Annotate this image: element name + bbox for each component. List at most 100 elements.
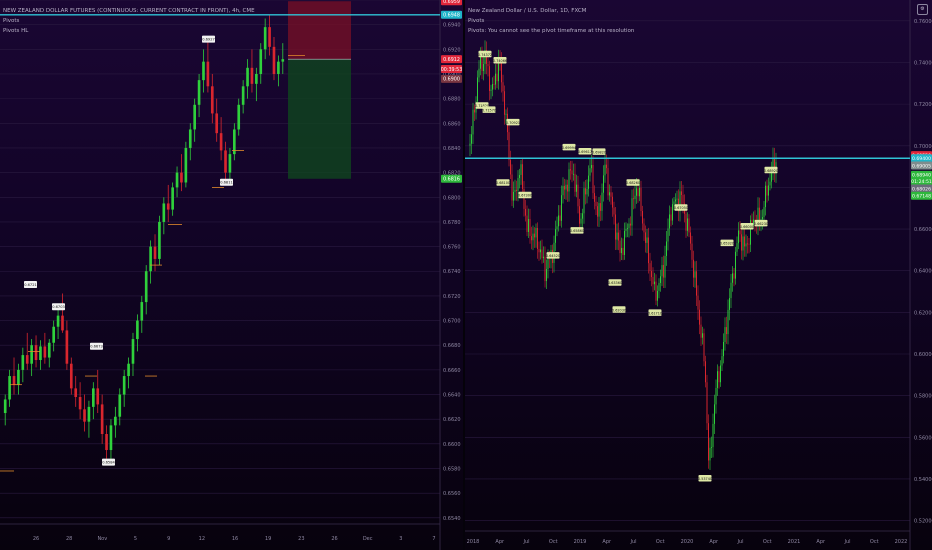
candle-body [480, 56, 481, 69]
right-chart-panel[interactable]: 0.760000.740000.720000.700000.680000.660… [465, 0, 932, 550]
pivot-label-text: 0.61710 [648, 311, 662, 315]
candle-body [663, 265, 664, 278]
candle-body [654, 281, 655, 285]
y-tick-label: 0.66000 [914, 227, 932, 233]
candle-body [224, 150, 227, 173]
candle-body [655, 281, 657, 301]
pivot-label-text: 0.68260 [626, 181, 640, 185]
candle-body [3, 399, 7, 414]
candle-body [109, 425, 113, 451]
candle-body [567, 184, 568, 192]
pivot-label-text: 0.70921 [506, 121, 520, 125]
candle-body [690, 232, 691, 244]
candle-body [732, 273, 733, 283]
y-tick-label: 0.6780 [443, 220, 461, 226]
candle-body [166, 203, 170, 210]
candle-body [664, 255, 666, 278]
candle-body [748, 243, 750, 245]
price-label-text: 0.6900 [443, 77, 460, 83]
candle-body [700, 324, 702, 338]
settings-icon[interactable]: ⚙ [917, 4, 928, 15]
candle-body [709, 447, 711, 461]
right-symbol-title[interactable]: New Zealand Dollar / U.S. Dollar, 1D, FX… [468, 6, 634, 16]
candle-body [47, 342, 51, 358]
y-tick-label: 0.54000 [914, 477, 932, 483]
x-tick-label: 7 [432, 536, 435, 542]
candle-body [281, 59, 285, 62]
candle-body [149, 246, 152, 272]
candle-body [691, 243, 693, 260]
candle-body [627, 228, 628, 229]
candle-body [514, 189, 516, 192]
right-indicator-pivots[interactable]: Pivots [468, 16, 634, 26]
pivot-label-text: 0.69820 [592, 150, 606, 154]
candle-body [474, 109, 475, 113]
candle-body [633, 198, 634, 200]
candle-body [492, 84, 493, 90]
y-tick-label: 0.72000 [914, 102, 932, 108]
left-chart-panel[interactable]: 0.69600.69400.69200.69000.68800.68600.68… [0, 0, 463, 550]
x-tick-label: Apr [602, 539, 612, 545]
candle-body [742, 236, 744, 251]
x-tick-label: 12 [199, 536, 205, 542]
y-tick-label: 0.62000 [914, 310, 932, 316]
candle-body [724, 327, 726, 342]
y-tick-label: 0.6840 [443, 146, 461, 152]
left-indicator-pivots-hl[interactable]: Pivots HL [3, 26, 255, 36]
x-tick-label: Apr [709, 539, 719, 545]
candle-body [215, 113, 219, 134]
candle-body [574, 173, 576, 192]
candle-body [559, 215, 561, 221]
x-tick-label: Jul [843, 539, 850, 545]
candle-body [769, 181, 771, 186]
candle-body [745, 243, 747, 247]
candle-body [255, 73, 258, 84]
pivot-label-text: 0.68100 [496, 181, 510, 185]
candle-body [564, 185, 565, 190]
pivot-label-text: 0.65860 [570, 229, 584, 233]
y-tick-label: 0.6660 [443, 368, 461, 374]
candle-body [52, 326, 55, 343]
x-tick-label: Oct [656, 539, 665, 545]
pivot-label-text: 0.68920 [764, 169, 778, 173]
candle-body [228, 154, 232, 173]
x-tick-label: 28 [66, 536, 72, 542]
candle-body [546, 269, 547, 282]
y-tick-label: 0.6640 [443, 393, 461, 399]
left-symbol-title[interactable]: NEW ZEALAND DOLLAR FUTURES (CONTINUOUS: … [3, 6, 255, 16]
candle-body [184, 147, 188, 183]
left-chart-svg[interactable]: 0.69600.69400.69200.69000.68800.68600.68… [0, 0, 463, 550]
candle-body [114, 416, 117, 426]
candle-body [765, 185, 766, 208]
candle-body [43, 346, 47, 358]
candle-body [661, 265, 663, 277]
candle-body [250, 67, 254, 84]
candle-body [21, 355, 25, 370]
candle-body [153, 246, 157, 259]
candle-body [648, 237, 649, 264]
candle-body [685, 213, 687, 231]
candle-body [747, 243, 748, 245]
x-tick-label: 16 [232, 536, 238, 542]
candle-body [570, 169, 571, 171]
x-tick-label: Oct [763, 539, 772, 545]
pivot-label-text: 0.74372 [478, 53, 492, 57]
candle-body [699, 309, 700, 325]
price-label-text: 0.69400 [912, 156, 931, 162]
right-chart-svg[interactable]: 0.760000.740000.720000.700000.680000.660… [465, 0, 932, 550]
price-label-text: 0.6912 [443, 57, 460, 63]
right-indicator-pivots-message[interactable]: Pivots: You cannot see the pivot timefra… [468, 26, 634, 36]
candle-body [591, 165, 592, 169]
x-tick-label: 2022 [895, 539, 908, 545]
left-indicator-pivots[interactable]: Pivots [3, 16, 255, 26]
candle-body [715, 387, 717, 405]
price-label-text: 0.67148 [912, 194, 931, 200]
candle-body [723, 341, 724, 357]
candle-body [669, 214, 670, 229]
candle-body [478, 68, 480, 78]
candle-body [577, 184, 579, 207]
candle-body [237, 104, 241, 130]
candle-body [672, 204, 673, 221]
candle-body [118, 394, 122, 417]
y-tick-label: 0.6620 [443, 417, 461, 423]
